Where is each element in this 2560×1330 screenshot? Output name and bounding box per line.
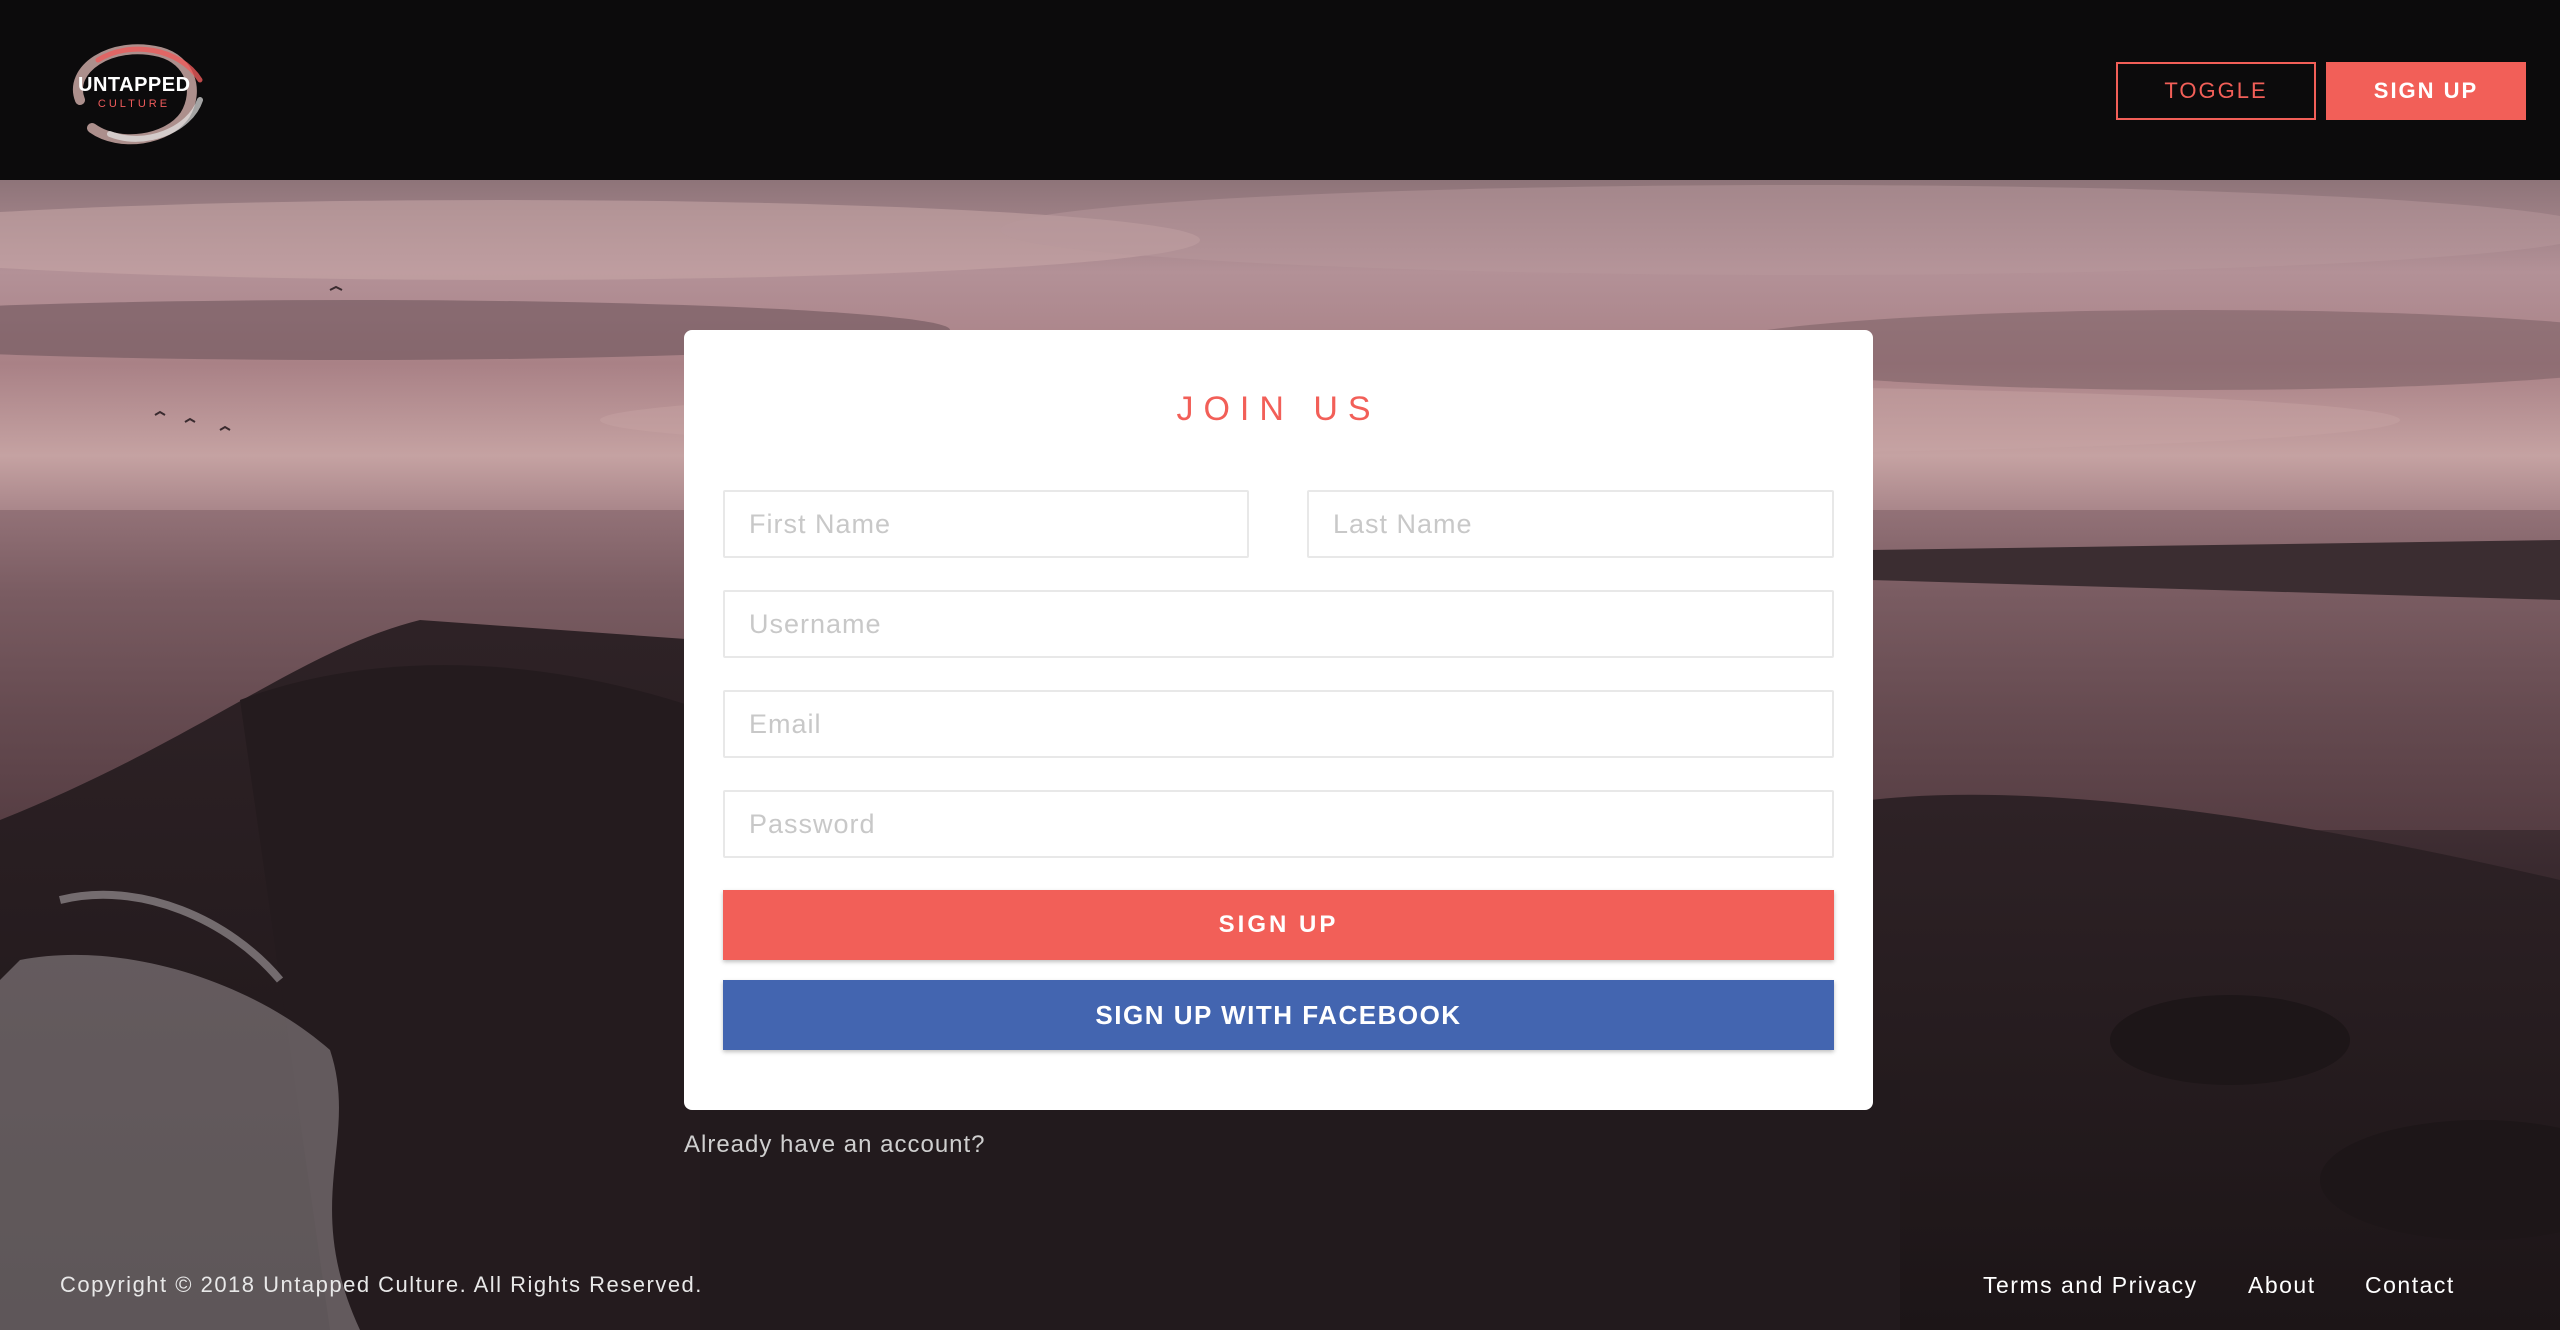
- brand-logo[interactable]: UNTAPPED CULTURE: [50, 30, 210, 150]
- brand-subtitle: CULTURE: [97, 98, 171, 110]
- email-input[interactable]: [723, 690, 1834, 758]
- first-name-input[interactable]: [723, 490, 1249, 558]
- facebook-signup-button[interactable]: SIGN UP WITH FACEBOOK: [723, 980, 1834, 1050]
- signup-submit-button[interactable]: SIGN UP: [723, 890, 1834, 960]
- footer-link-contact[interactable]: Contact: [2365, 1272, 2455, 1299]
- footer-copyright: Copyright © 2018 Untapped Culture. All R…: [60, 1272, 703, 1297]
- form-title: JOIN US: [1176, 390, 1381, 428]
- toggle-button[interactable]: TOGGLE: [2116, 62, 2316, 120]
- footer-link-terms[interactable]: Terms and Privacy: [1983, 1272, 2198, 1299]
- header-signup-button[interactable]: SIGN UP: [2326, 62, 2526, 120]
- footer-link-about[interactable]: About: [2248, 1272, 2316, 1299]
- brand-name: UNTAPPED: [78, 74, 191, 96]
- login-link[interactable]: Already have an account?: [684, 1131, 986, 1159]
- username-input[interactable]: [723, 590, 1834, 658]
- signup-card: JOIN US SIGN UP SIGN UP WITH FACEBOOK: [684, 330, 1873, 1110]
- top-navbar: UNTAPPED CULTURE TOGGLE SIGN UP: [0, 0, 2560, 180]
- last-name-input[interactable]: [1307, 490, 1834, 558]
- password-input[interactable]: [723, 790, 1834, 858]
